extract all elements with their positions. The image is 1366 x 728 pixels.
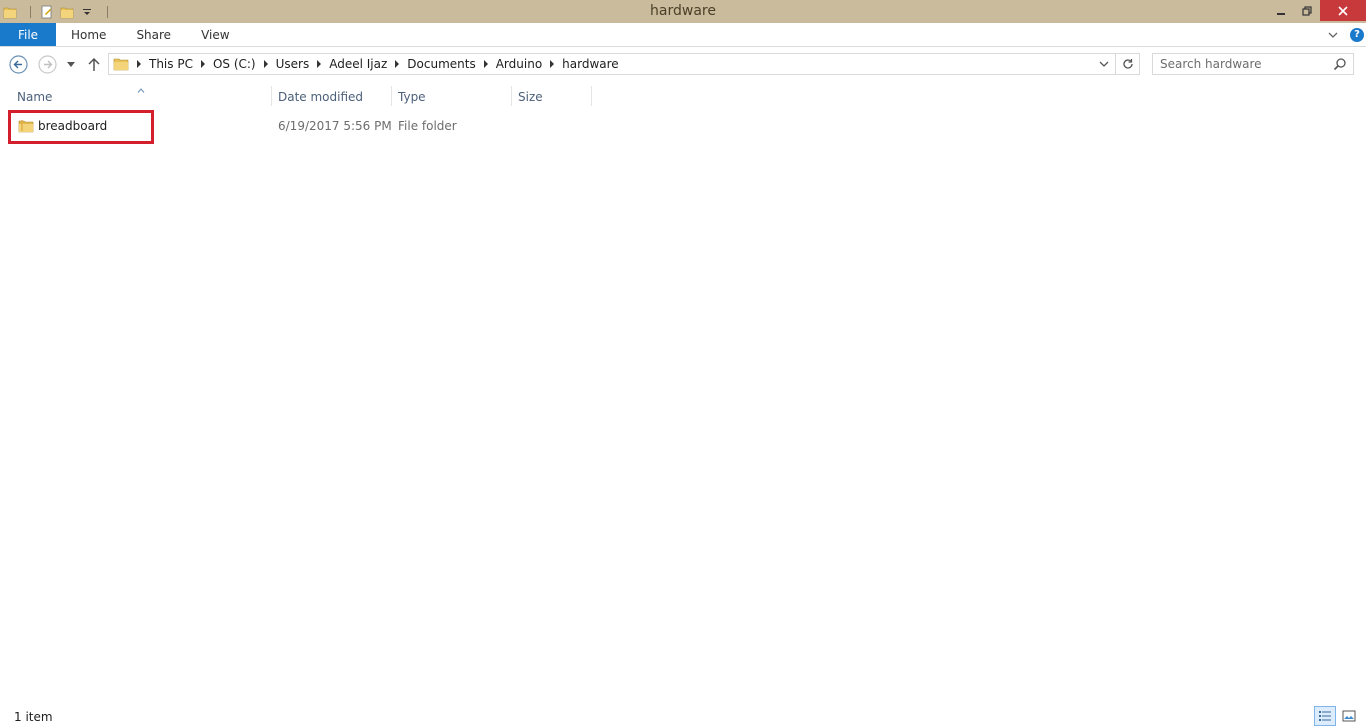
back-arrow-icon xyxy=(9,55,28,74)
address-bar[interactable]: This PC OS (C:) Users Adeel Ijaz Documen… xyxy=(108,53,1140,75)
breadcrumb-users[interactable]: Users xyxy=(276,57,310,71)
details-view-button[interactable] xyxy=(1314,706,1336,726)
breadcrumb-arrow-icon[interactable] xyxy=(317,60,322,68)
large-icons-view-icon xyxy=(1342,710,1356,722)
search-box xyxy=(1152,53,1354,75)
separator xyxy=(107,5,108,18)
address-bar-controls xyxy=(1093,54,1139,74)
breadcrumb-user[interactable]: Adeel Ijaz xyxy=(329,57,387,71)
breadcrumb-arrow-icon[interactable] xyxy=(263,60,268,68)
help-icon[interactable]: ? xyxy=(1350,28,1364,42)
column-header-size[interactable]: Size xyxy=(518,86,543,108)
forward-arrow-icon xyxy=(38,55,57,74)
breadcrumb: This PC OS (C:) Users Adeel Ijaz Documen… xyxy=(129,57,619,71)
column-divider[interactable] xyxy=(391,86,392,106)
column-header-date[interactable]: Date modified xyxy=(278,86,363,108)
tab-share[interactable]: Share xyxy=(121,23,186,46)
breadcrumb-documents[interactable]: Documents xyxy=(407,57,475,71)
file-date-modified: 6/19/2017 5:56 PM xyxy=(278,119,392,133)
chevron-down-icon xyxy=(1099,61,1109,67)
search-input[interactable] xyxy=(1160,57,1330,71)
status-item-count: 1 item xyxy=(14,710,53,724)
column-divider[interactable] xyxy=(511,86,512,106)
large-icons-view-button[interactable] xyxy=(1338,706,1360,726)
breadcrumb-arrow-icon[interactable] xyxy=(200,60,205,68)
chevron-down-icon xyxy=(67,62,75,67)
tab-file[interactable]: File xyxy=(0,23,56,46)
tab-home[interactable]: Home xyxy=(56,23,121,46)
quick-access-toolbar xyxy=(0,0,116,23)
tab-view[interactable]: View xyxy=(186,23,244,46)
restore-icon xyxy=(1302,5,1312,16)
back-button[interactable] xyxy=(9,55,28,74)
new-folder-icon[interactable] xyxy=(59,4,75,20)
file-type: File folder xyxy=(398,119,457,133)
minimize-icon xyxy=(1277,12,1285,15)
column-divider[interactable] xyxy=(271,86,272,106)
breadcrumb-arrow-icon[interactable] xyxy=(395,60,400,68)
window-controls xyxy=(1268,0,1366,21)
separator xyxy=(30,5,31,18)
ribbon-tabs: File Home Share View ? xyxy=(0,23,1366,47)
title-bar: hardware xyxy=(0,0,1366,23)
navigation-bar: This PC OS (C:) Users Adeel Ijaz Documen… xyxy=(0,47,1366,81)
close-icon xyxy=(1338,5,1348,16)
breadcrumb-hardware[interactable]: hardware xyxy=(562,57,619,71)
details-view-icon xyxy=(1319,711,1331,721)
breadcrumb-arrow-icon[interactable] xyxy=(550,60,555,68)
recent-locations-button[interactable] xyxy=(66,60,76,68)
folder-icon xyxy=(113,56,129,72)
window-title: hardware xyxy=(650,3,716,19)
sort-ascending-icon xyxy=(137,82,145,96)
breadcrumb-arrow-icon[interactable] xyxy=(137,60,141,68)
refresh-icon xyxy=(1122,59,1133,69)
customize-dropdown-icon[interactable] xyxy=(79,4,95,20)
up-arrow-icon xyxy=(88,57,100,71)
refresh-button[interactable] xyxy=(1115,54,1139,74)
folder-icon[interactable] xyxy=(2,4,18,20)
search-icon[interactable] xyxy=(1333,57,1347,74)
forward-button[interactable] xyxy=(38,55,57,74)
view-switcher xyxy=(1312,706,1360,726)
column-header-name[interactable]: Name xyxy=(17,86,52,108)
breadcrumb-this-pc[interactable]: This PC xyxy=(149,57,193,71)
highlight-annotation xyxy=(8,110,154,144)
minimize-button[interactable] xyxy=(1268,0,1294,21)
close-button[interactable] xyxy=(1320,0,1366,21)
expand-ribbon-icon[interactable] xyxy=(1328,28,1338,42)
address-history-button[interactable] xyxy=(1093,54,1115,74)
ribbon-right-controls: ? xyxy=(1328,23,1364,47)
breadcrumb-arduino[interactable]: Arduino xyxy=(496,57,542,71)
up-button[interactable] xyxy=(87,57,101,72)
breadcrumb-os-c[interactable]: OS (C:) xyxy=(213,57,256,71)
column-header-type[interactable]: Type xyxy=(398,86,426,108)
properties-icon[interactable] xyxy=(39,4,55,20)
breadcrumb-arrow-icon[interactable] xyxy=(483,60,488,68)
column-divider[interactable] xyxy=(591,86,592,106)
restore-button[interactable] xyxy=(1294,0,1320,21)
